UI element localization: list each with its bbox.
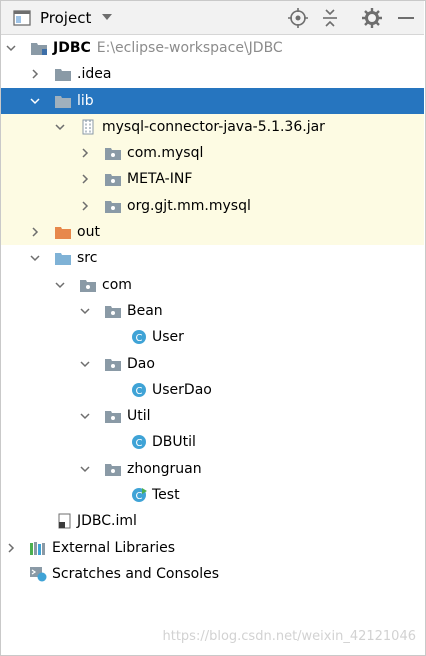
tree-item-label: META-INF: [127, 171, 193, 188]
tree-item-label: Scratches and Consoles: [52, 565, 219, 582]
watermark: https://blog.csdn.net/weixin_42121046: [162, 629, 416, 644]
tree-item-zhongruan[interactable]: zhongruan: [1, 456, 424, 482]
tree-item-label: .idea: [77, 66, 112, 83]
hide-icon[interactable]: [395, 7, 417, 29]
package-icon: [105, 411, 121, 424]
project-view-icon: [13, 10, 31, 26]
scratches-icon: [30, 566, 47, 582]
package-icon: [105, 148, 121, 161]
package-icon: [105, 463, 121, 476]
tree-item-label: Dao: [127, 355, 155, 372]
tree-item-label: Util: [127, 408, 151, 425]
tree-item-scratches[interactable]: Scratches and Consoles: [1, 561, 424, 587]
tree-item-dbutil[interactable]: C DBUtil: [1, 429, 424, 455]
jar-icon: [82, 119, 94, 135]
tree-item-label: zhongruan: [127, 460, 202, 477]
tree-item-jdbc-iml[interactable]: JDBC.iml: [1, 508, 424, 534]
module-path: E:\eclipse-workspace\JDBC: [96, 40, 283, 56]
tree-item-src[interactable]: src: [1, 245, 424, 271]
package-icon: [105, 174, 121, 187]
tree-item-userdao[interactable]: C UserDao: [1, 377, 424, 403]
locate-icon[interactable]: [287, 7, 309, 29]
tree-item-test[interactable]: C Test: [1, 482, 424, 508]
class-icon: C: [132, 382, 146, 397]
expanded-arrow-icon[interactable]: [30, 253, 40, 263]
collapsed-arrow-icon[interactable]: [80, 174, 90, 185]
collapsed-arrow-icon[interactable]: [30, 227, 40, 237]
tree-item-external-libraries[interactable]: External Libraries: [1, 535, 424, 561]
tree-item-out[interactable]: out: [1, 219, 424, 246]
package-icon: [105, 305, 121, 318]
tree-item-label: com.mysql: [127, 145, 204, 162]
libraries-icon: [30, 541, 45, 555]
tree-item-label: src: [77, 250, 98, 267]
tree-item-com-mysql[interactable]: com.mysql: [1, 140, 424, 167]
package-icon: [105, 200, 121, 213]
dropdown-icon[interactable]: [99, 9, 115, 25]
tree-item-dao[interactable]: Dao: [1, 351, 424, 377]
svg-text:C: C: [136, 491, 143, 502]
expanded-arrow-icon[interactable]: [6, 43, 16, 53]
class-icon: C: [132, 435, 146, 450]
tree-item-com[interactable]: com: [1, 272, 424, 298]
svg-text:C: C: [136, 438, 143, 449]
expanded-arrow-icon[interactable]: [55, 280, 65, 290]
svg-text:C: C: [136, 386, 143, 397]
tree-item-jar[interactable]: mysql-connector-java-5.1.36.jar: [1, 113, 424, 141]
tree-item-label: mysql-connector-java-5.1.36.jar: [102, 118, 325, 135]
collapse-icon[interactable]: [319, 7, 341, 29]
collapsed-arrow-icon[interactable]: [80, 201, 90, 211]
tree-item-jdbc[interactable]: JDBC E:\eclipse-workspace\JDBC: [1, 35, 424, 61]
output-folder-icon: [55, 227, 71, 240]
expanded-arrow-icon[interactable]: [80, 411, 90, 421]
expanded-arrow-icon[interactable]: [80, 359, 90, 369]
package-icon: [80, 279, 96, 292]
tree-item-label: lib: [77, 92, 94, 109]
folder-icon: [55, 69, 71, 82]
tree-item-label: User: [152, 329, 184, 346]
tree-item-label: Bean: [127, 302, 163, 319]
tree-item-lib[interactable]: lib: [1, 87, 424, 114]
tool-window-title[interactable]: Project: [40, 9, 91, 27]
collapsed-arrow-icon[interactable]: [30, 69, 40, 79]
source-folder-icon: [55, 253, 71, 266]
svg-text:C: C: [136, 333, 143, 344]
tree-item-label: DBUtil: [152, 434, 196, 451]
expanded-arrow-icon[interactable]: [80, 306, 90, 316]
class-icon: C: [132, 330, 146, 345]
iml-file-icon: [58, 513, 71, 529]
tree-item-label: JDBC E:\eclipse-workspace\JDBC: [53, 35, 283, 61]
tree-item-label: UserDao: [152, 381, 212, 398]
package-icon: [105, 358, 121, 371]
collapsed-arrow-icon[interactable]: [6, 543, 16, 553]
project-tree: JDBC E:\eclipse-workspace\JDBC .idea lib …: [1, 35, 424, 587]
project-toolbar: Project: [1, 1, 424, 35]
folder-icon: [55, 95, 71, 108]
tree-item-label: External Libraries: [52, 539, 175, 556]
tree-item-label: com: [102, 276, 132, 293]
tree-item-util[interactable]: Util: [1, 403, 424, 429]
module-folder-icon: [31, 43, 47, 55]
tree-item-user[interactable]: C User: [1, 324, 424, 350]
tree-item-label: Test: [152, 487, 180, 504]
module-name: JDBC: [53, 40, 91, 56]
tree-item-label: org.gjt.mm.mysql: [127, 197, 251, 214]
tree-item-label: out: [77, 224, 100, 241]
tree-item-label: JDBC.iml: [77, 513, 137, 530]
tree-item-meta-inf[interactable]: META-INF: [1, 166, 424, 193]
collapsed-arrow-icon[interactable]: [80, 148, 90, 158]
settings-icon[interactable]: [361, 7, 383, 29]
expanded-arrow-icon[interactable]: [30, 96, 40, 106]
tree-item-bean[interactable]: Bean: [1, 298, 424, 324]
expanded-arrow-icon[interactable]: [55, 122, 65, 132]
runnable-class-icon: C: [132, 488, 147, 503]
tree-item-idea[interactable]: .idea: [1, 61, 424, 87]
tree-item-org-gjt[interactable]: org.gjt.mm.mysql: [1, 192, 424, 220]
expanded-arrow-icon[interactable]: [80, 464, 90, 474]
